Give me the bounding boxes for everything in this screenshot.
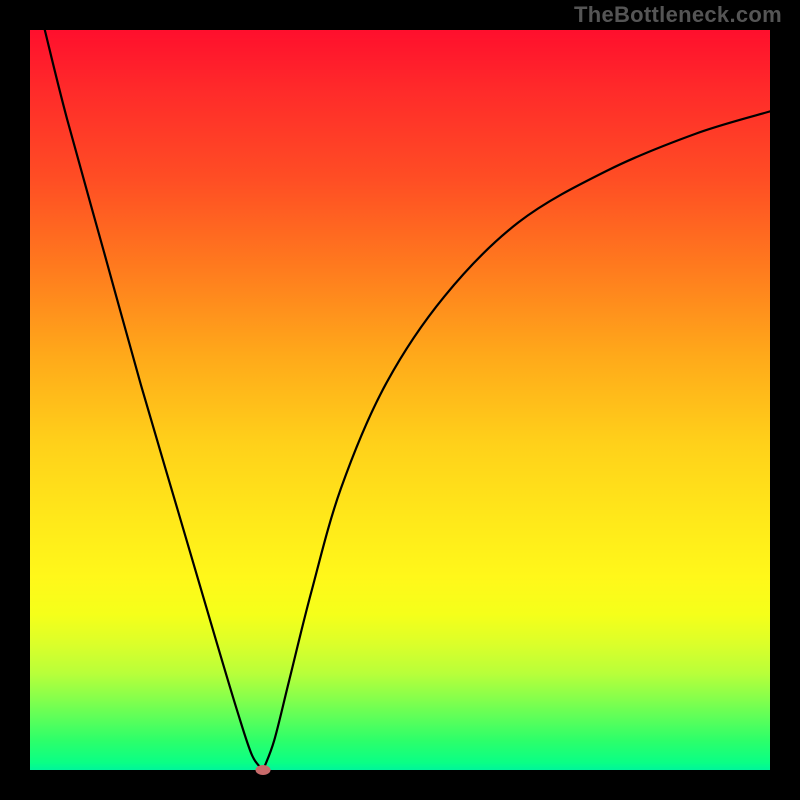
- chart-frame: TheBottleneck.com: [0, 0, 800, 800]
- plot-area: [30, 30, 770, 770]
- watermark-text: TheBottleneck.com: [574, 2, 782, 28]
- optimal-point-marker: [256, 765, 271, 775]
- bottleneck-curve: [30, 30, 770, 770]
